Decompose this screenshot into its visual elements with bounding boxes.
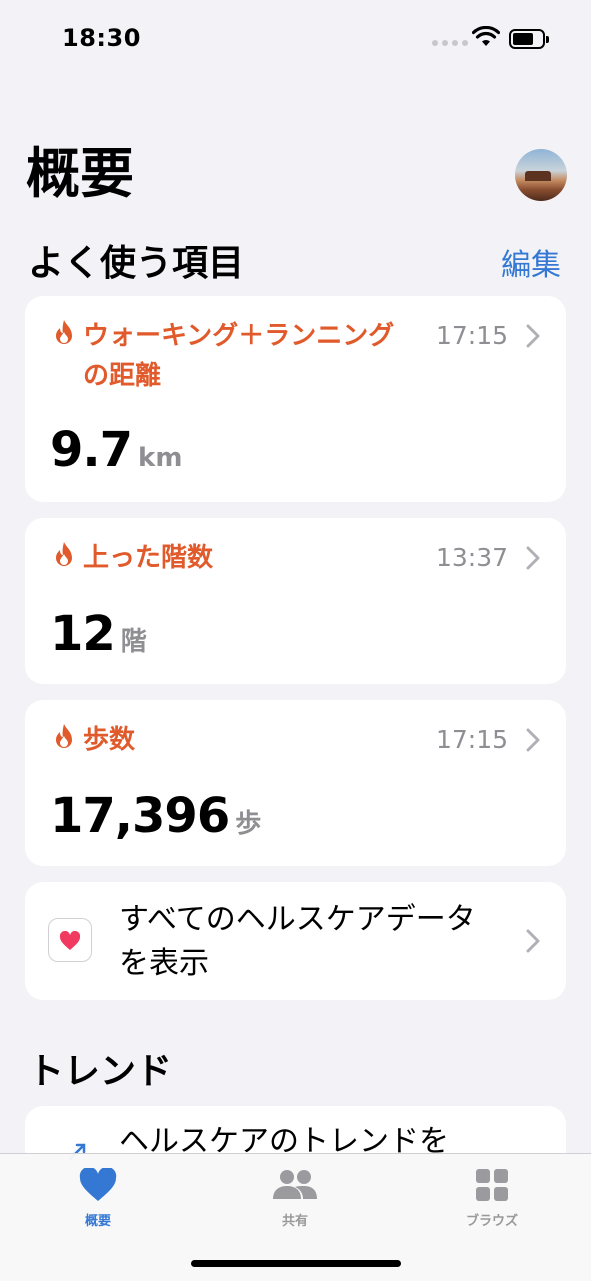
card-unit: km	[138, 443, 183, 473]
home-indicator	[191, 1260, 401, 1267]
card-title: 上った階数	[83, 543, 214, 573]
flame-icon	[56, 542, 72, 566]
favorites-heading: よく使う項目	[28, 243, 245, 284]
chevron-right-icon	[526, 546, 540, 570]
favorite-card-steps[interactable]: 歩数 17:15 17,396 歩	[25, 700, 566, 866]
tab-sharing[interactable]: 共有	[235, 1168, 355, 1229]
edit-button[interactable]: 編集	[501, 244, 561, 288]
card-value: 12	[50, 606, 116, 662]
card-timestamp: 17:15	[435, 725, 508, 754]
health-app-icon	[48, 918, 92, 962]
heart-icon	[59, 931, 81, 950]
page-title: 概要	[26, 142, 134, 205]
card-timestamp: 13:37	[435, 543, 508, 572]
show-all-health-data-button[interactable]: すべてのヘルスケアデータを表示	[25, 882, 566, 1000]
card-value: 17,396	[50, 788, 230, 844]
battery-icon	[509, 29, 549, 49]
card-timestamp: 17:15	[435, 321, 508, 350]
tab-label: ブラウズ	[465, 1214, 518, 1229]
people-icon	[273, 1170, 317, 1199]
status-time: 18:30	[62, 24, 141, 52]
chevron-right-icon	[526, 929, 540, 953]
card-value: 9.7	[50, 422, 133, 478]
profile-avatar[interactable]	[515, 149, 567, 201]
show-all-label: すべてのヘルスケアデータを表示	[119, 902, 476, 981]
chevron-right-icon	[526, 728, 540, 752]
card-unit: 歩	[235, 809, 262, 839]
wifi-icon	[472, 26, 500, 46]
flame-icon	[56, 320, 72, 344]
card-unit: 階	[120, 627, 147, 657]
grid-icon	[476, 1169, 508, 1201]
flame-icon	[56, 724, 72, 748]
tab-summary[interactable]: 概要	[38, 1166, 158, 1229]
trends-heading: トレンド	[28, 1051, 173, 1092]
tab-label: 概要	[84, 1214, 111, 1229]
favorite-card-distance[interactable]: ウォーキング＋ランニングの距離 17:15 9.7 km	[25, 296, 566, 502]
card-title: 歩数	[83, 725, 136, 755]
card-title: ウォーキング＋ランニングの距離	[83, 321, 395, 391]
favorite-card-flights[interactable]: 上った階数 13:37 12 階	[25, 518, 566, 684]
status-bar: 18:30	[0, 0, 591, 80]
tab-browse[interactable]: ブラウズ	[432, 1168, 552, 1229]
chevron-right-icon	[526, 324, 540, 348]
heart-icon	[79, 1166, 117, 1201]
cellular-signal-icon	[432, 40, 468, 46]
tab-label: 共有	[281, 1214, 308, 1229]
